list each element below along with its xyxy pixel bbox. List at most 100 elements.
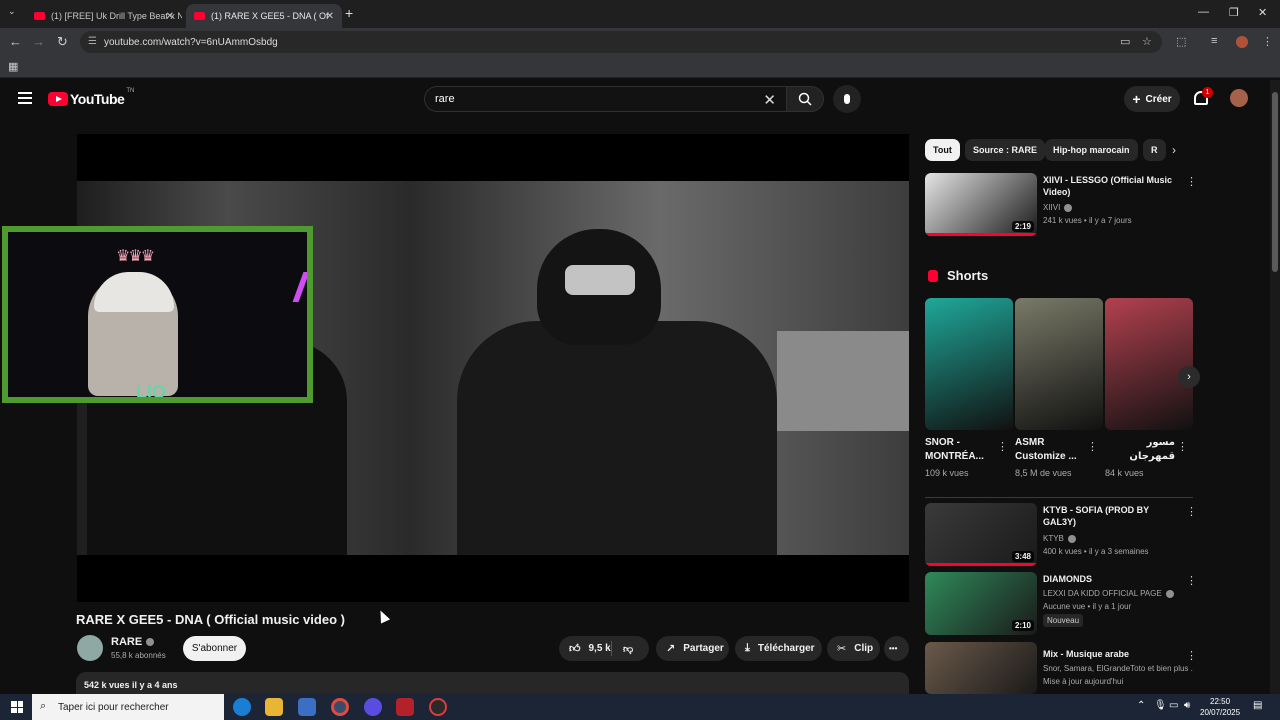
shorts-next-button[interactable]: › <box>1178 366 1200 388</box>
file-explorer-icon[interactable] <box>265 698 283 716</box>
chrome-icon[interactable] <box>331 698 349 716</box>
chip-partial[interactable]: R <box>1143 139 1166 161</box>
short-options-icon[interactable]: ⋮ <box>1177 440 1188 453</box>
scissors-icon: ✂ <box>837 643 847 655</box>
thumbs-down-icon[interactable]: 👎︎ <box>623 643 633 655</box>
create-button[interactable]: + Créer <box>1124 86 1180 112</box>
clear-search-icon[interactable]: ✕ <box>763 91 776 109</box>
new-tab-button[interactable]: + <box>345 5 353 21</box>
short-thumbnail[interactable] <box>1015 298 1103 430</box>
share-button[interactable]: ↗ Partager <box>656 636 729 661</box>
back-arrow-icon[interactable]: ← <box>9 34 22 49</box>
tab-rare-dna[interactable]: (1) RARE X GEE5 - DNA ( Of ✕ <box>186 4 342 28</box>
verified-icon <box>146 638 155 647</box>
streamer-cap <box>94 272 174 312</box>
like-count: 9,5 k <box>588 643 611 654</box>
windows-start-icon[interactable] <box>11 701 23 713</box>
account-avatar[interactable] <box>1230 89 1248 107</box>
scrollbar-thumb[interactable] <box>1272 92 1278 272</box>
video-thumbnail[interactable]: 3:48 <box>925 503 1037 566</box>
clip-button[interactable]: ✂ Clip <box>827 636 880 661</box>
video-options-icon[interactable]: ⋮ <box>1186 649 1197 662</box>
short-title[interactable]: مسور قمهرجان الكبير بالرباط🤍... <box>1105 436 1175 464</box>
clip-label: Clip <box>854 643 874 654</box>
voice-search-button[interactable] <box>833 85 861 113</box>
close-icon[interactable]: ✕ <box>166 11 174 22</box>
search-input[interactable]: rare ✕ <box>424 86 786 112</box>
like-button[interactable]: 👍︎ 9,5 k 👎︎ <box>559 636 649 661</box>
reload-icon[interactable]: ↻ <box>57 34 68 50</box>
video-title[interactable]: KTYB - SOFIA (PROD BY GAL3Y) <box>1043 504 1179 528</box>
short-thumbnail[interactable] <box>925 298 1013 430</box>
install-app-icon[interactable]: ▭ <box>1120 35 1130 48</box>
download-button[interactable]: ⤓ Télécharger <box>735 636 822 661</box>
mouse-cursor-icon <box>375 608 391 624</box>
network-icon[interactable]: ▭ <box>1169 700 1178 711</box>
channel-text: KTYB <box>1043 534 1064 543</box>
channel-name[interactable]: RARE <box>111 636 155 648</box>
thumbs-up-icon: 👍︎ <box>569 643 581 655</box>
store-icon[interactable] <box>298 698 316 716</box>
subscribe-button[interactable]: S'abonner <box>183 636 246 661</box>
bookmark-star-icon[interactable]: ☆ <box>1142 35 1152 48</box>
tab-search-icon[interactable]: ⌄ <box>8 6 16 17</box>
profile-avatar[interactable] <box>1236 36 1248 48</box>
taskbar-clock[interactable]: 22:50 20/07/2025 <box>1200 696 1240 718</box>
shorts-header: Shorts <box>928 268 988 283</box>
short-options-icon[interactable]: ⋮ <box>1087 440 1098 453</box>
youtube-favicon-icon <box>194 12 205 20</box>
apps-grid-icon[interactable]: ▦ <box>8 60 18 73</box>
site-info-icon[interactable]: ☰ <box>88 36 97 47</box>
taskbar-search-input[interactable]: ⌕ Taper ici pour rechercher <box>32 694 224 720</box>
video-channel: XIIVI <box>1043 203 1193 212</box>
short-title[interactable]: SNOR - MONTRÉA... <box>925 436 995 464</box>
browser-menu-icon[interactable]: ⋮ <box>1262 35 1273 48</box>
video-title[interactable]: XIIVI - LESSGO (Official Music Video) <box>1043 174 1179 198</box>
notifications-center-icon[interactable]: ▤ <box>1253 700 1262 711</box>
short-title[interactable]: ASMR Customize ... <box>1015 436 1085 464</box>
watch-progress-bar <box>925 563 1037 566</box>
more-actions-button[interactable]: ••• <box>884 636 909 661</box>
edge-icon[interactable] <box>233 698 251 716</box>
video-title[interactable]: Mix - Musique arabe <box>1043 648 1179 660</box>
short-views: 8,5 M de vues <box>1015 468 1072 478</box>
short-options-icon[interactable]: ⋮ <box>997 440 1008 453</box>
short-views: 109 k vues <box>925 468 969 478</box>
volume-icon[interactable]: 🔊︎ <box>1184 700 1190 711</box>
media-control-icon[interactable]: ≡ <box>1211 35 1217 47</box>
search-icon: ⌕ <box>40 700 47 712</box>
url-field[interactable]: ☰ youtube.com/watch?v=6nUAmmOsbdg <box>80 31 1162 53</box>
discord-icon[interactable] <box>364 698 382 716</box>
video-duration: 2:19 <box>1011 221 1034 232</box>
menu-icon[interactable] <box>18 92 32 104</box>
youtube-logo[interactable]: YouTube TN <box>48 88 134 107</box>
chevron-right-icon[interactable]: › <box>1172 143 1176 157</box>
video-options-icon[interactable]: ⋮ <box>1186 505 1197 518</box>
voicemeeter-icon[interactable] <box>396 698 414 716</box>
channel-name-text: RARE <box>111 636 143 648</box>
obs-icon[interactable] <box>429 698 447 716</box>
forward-arrow-icon[interactable]: → <box>32 34 45 49</box>
restore-button[interactable]: ❐ <box>1229 6 1239 19</box>
window-close-button[interactable]: ✕ <box>1258 6 1267 19</box>
chip-hip-hop-marocain[interactable]: Hip-hop marocain <box>1045 139 1138 161</box>
video-options-icon[interactable]: ⋮ <box>1186 175 1197 188</box>
close-icon[interactable]: ✕ <box>326 11 334 22</box>
search-button[interactable] <box>786 86 824 112</box>
page-scrollbar[interactable] <box>1270 80 1280 696</box>
chip-tout[interactable]: Tout <box>925 139 960 161</box>
tab-uk-drill[interactable]: (1) [FREE] Uk Drill Type Beat x N ✕ <box>26 4 182 28</box>
short-thumbnail[interactable] <box>1105 298 1193 430</box>
minimize-button[interactable]: — <box>1198 6 1209 18</box>
mix-thumbnail[interactable] <box>925 642 1037 694</box>
extensions-icon[interactable]: ⬚ <box>1176 35 1186 48</box>
channel-avatar[interactable] <box>77 635 103 661</box>
video-title[interactable]: DIAMONDS <box>1043 573 1179 585</box>
video-thumbnail[interactable]: 2:10 <box>925 572 1037 635</box>
tab-label: (1) RARE X GEE5 - DNA ( Of <box>211 11 329 21</box>
chip-source-rare[interactable]: Source : RARE <box>965 139 1046 161</box>
tray-expand-icon[interactable]: ⌃ <box>1137 700 1145 711</box>
video-thumbnail[interactable]: 2:19 <box>925 173 1037 236</box>
microphone-icon[interactable]: 🎙︎ <box>1154 700 1167 711</box>
video-options-icon[interactable]: ⋮ <box>1186 574 1197 587</box>
